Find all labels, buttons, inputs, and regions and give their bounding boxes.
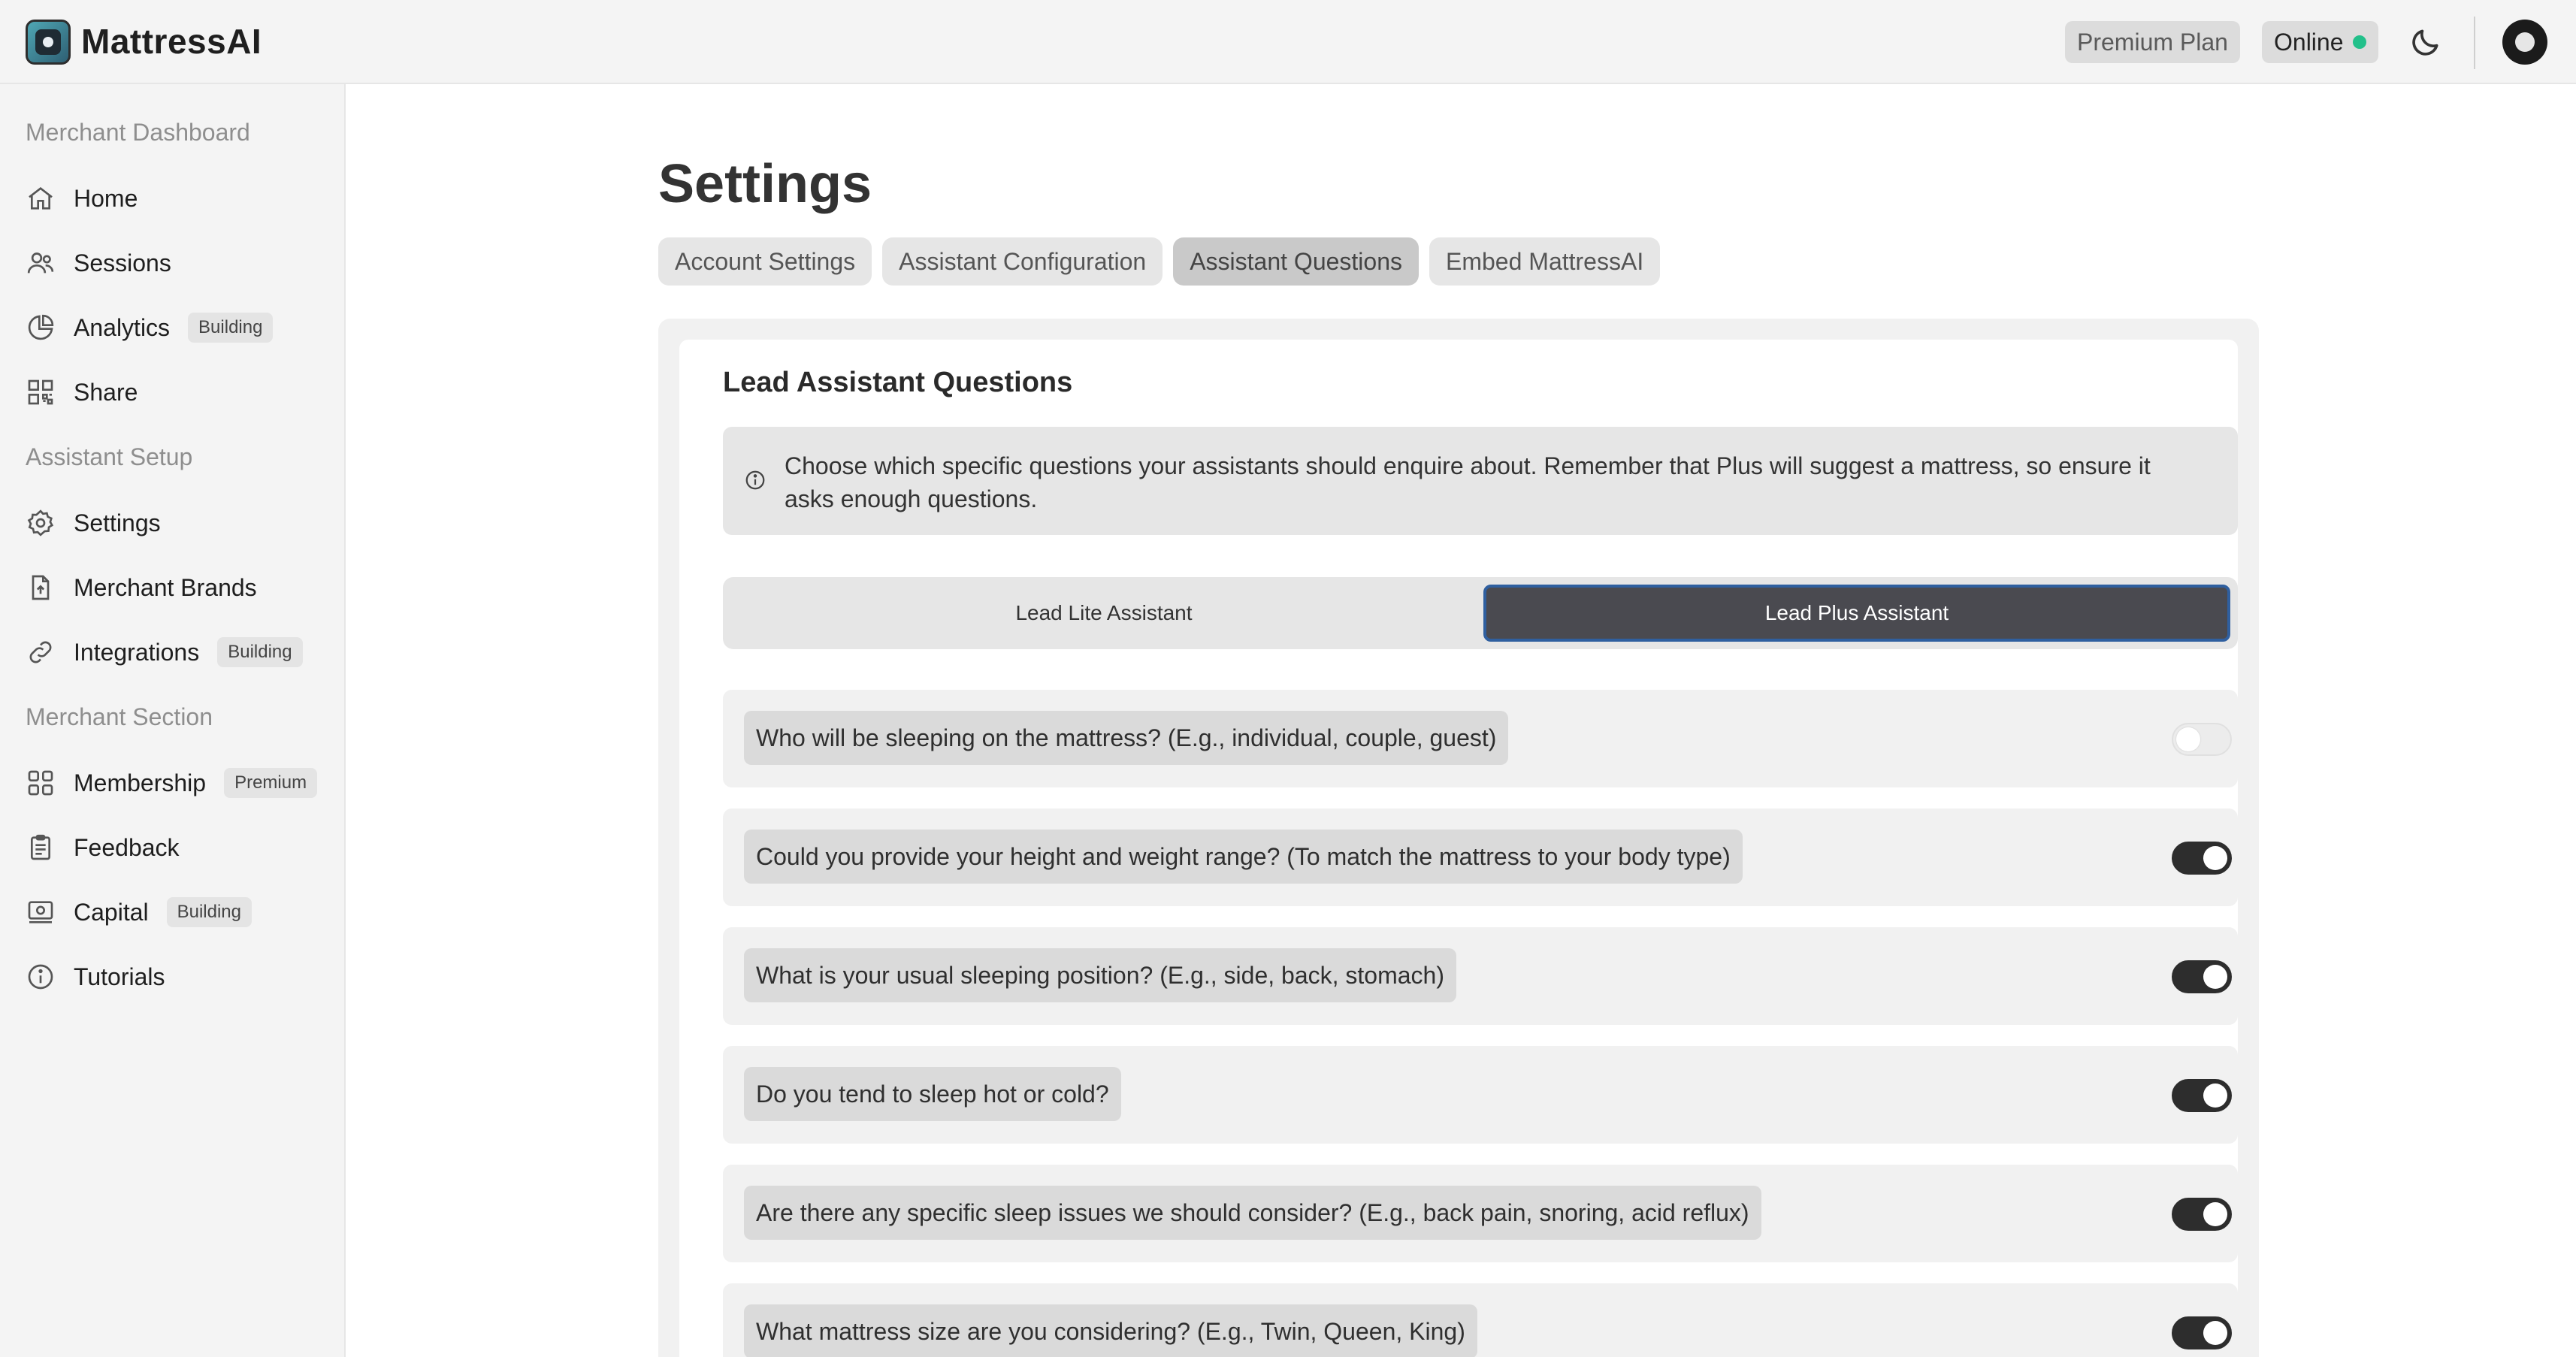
sidebar: Merchant Dashboard Home Sessions Analyti… — [0, 84, 346, 1357]
question-row: Are there any specific sleep issues we s… — [723, 1165, 2238, 1262]
tab-assistant-configuration[interactable]: Assistant Configuration — [882, 237, 1163, 286]
assistant-type-switch: Lead Lite Assistant Lead Plus Assistant — [723, 577, 2238, 649]
mattressai-logo[interactable] — [26, 20, 71, 65]
question-toggle[interactable] — [2172, 1316, 2232, 1349]
question-label: Could you provide your height and weight… — [744, 830, 1743, 884]
question-row: What mattress size are you considering? … — [723, 1283, 2238, 1357]
online-status-dot — [2352, 35, 2366, 49]
sidebar-item-label: Capital — [74, 898, 149, 926]
sidebar-item-feedback[interactable]: Feedback — [26, 827, 326, 869]
sidebar-item-merchant-brands[interactable]: Merchant Brands — [26, 567, 326, 609]
tab-embed-mattressai[interactable]: Embed MattressAI — [1429, 237, 1661, 286]
file-upload-icon — [26, 573, 56, 603]
sidebar-item-label: Tutorials — [74, 963, 165, 990]
sidebar-item-label: Integrations — [74, 638, 200, 666]
info-icon — [26, 962, 56, 992]
question-label: Are there any specific sleep issues we s… — [744, 1186, 1761, 1240]
question-row: Who will be sleeping on the mattress? (E… — [723, 690, 2238, 787]
sidebar-section-assistant-setup: Assistant Setup — [26, 443, 193, 470]
sidebar-item-label: Sessions — [74, 249, 171, 277]
tab-assistant-questions[interactable]: Assistant Questions — [1173, 237, 1419, 286]
logo-mark — [35, 29, 61, 55]
sidebar-item-label: Analytics — [74, 313, 171, 341]
app-name[interactable]: MattressAI — [81, 21, 262, 62]
sidebar-item-label: Settings — [74, 509, 161, 536]
question-toggle[interactable] — [2172, 1198, 2232, 1231]
question-label: What mattress size are you considering? … — [744, 1304, 1477, 1357]
link-icon — [26, 637, 56, 667]
sidebar-section-merchant-section: Merchant Section — [26, 703, 213, 730]
plan-badge: Premium Plan — [2065, 21, 2240, 63]
sidebar-item-label: Membership — [74, 769, 207, 796]
lead-plus-assistant-option[interactable]: Lead Plus Assistant — [1483, 585, 2230, 642]
sidebar-item-settings[interactable]: Settings — [26, 502, 326, 544]
premium-badge: Premium — [224, 768, 318, 798]
building-badge: Building — [217, 637, 303, 667]
sidebar-item-tutorials[interactable]: Tutorials — [26, 956, 326, 998]
sidebar-section-merchant-dashboard: Merchant Dashboard — [26, 119, 250, 146]
sidebar-item-capital[interactable]: Capital Building — [26, 891, 326, 933]
question-label: Who will be sleeping on the mattress? (E… — [744, 711, 1509, 765]
qr-code-icon — [26, 377, 56, 407]
question-row: Do you tend to sleep hot or cold? — [723, 1046, 2238, 1144]
gear-icon — [26, 508, 56, 538]
question-row: What is your usual sleeping position? (E… — [723, 927, 2238, 1025]
sidebar-item-integrations[interactable]: Integrations Building — [26, 631, 326, 673]
status-badge: Online — [2262, 21, 2378, 63]
question-label: Do you tend to sleep hot or cold? — [744, 1067, 1121, 1121]
top-bar: MattressAI Premium Plan Online — [0, 0, 2576, 84]
sidebar-item-analytics[interactable]: Analytics Building — [26, 307, 326, 349]
users-icon — [26, 248, 56, 278]
sidebar-item-home[interactable]: Home — [26, 177, 326, 219]
home-icon — [26, 183, 56, 213]
sidebar-item-label: Feedback — [74, 833, 180, 861]
tab-account-settings[interactable]: Account Settings — [658, 237, 872, 286]
moon-icon[interactable] — [2409, 26, 2442, 59]
question-toggle[interactable] — [2172, 960, 2232, 993]
header-divider — [2474, 17, 2475, 69]
question-toggle[interactable] — [2172, 723, 2232, 756]
user-avatar[interactable] — [2502, 20, 2547, 65]
sidebar-item-label: Share — [74, 378, 138, 406]
question-toggle[interactable] — [2172, 1079, 2232, 1112]
info-icon — [744, 469, 766, 491]
pie-chart-icon — [26, 313, 56, 343]
sidebar-item-label: Merchant Brands — [74, 573, 257, 601]
sidebar-item-membership[interactable]: Membership Premium — [26, 762, 326, 804]
question-toggle[interactable] — [2172, 842, 2232, 875]
settings-tabs: Account Settings Assistant Configuration… — [658, 237, 1661, 286]
info-text: Choose which specific questions your ass… — [785, 452, 2151, 512]
card-title: Lead Assistant Questions — [723, 367, 1073, 398]
info-callout: Choose which specific questions your ass… — [723, 427, 2238, 535]
status-label: Online — [2274, 28, 2344, 56]
sidebar-item-label: Home — [74, 184, 138, 212]
question-label: What is your usual sleeping position? (E… — [744, 948, 1456, 1002]
grid-icon — [26, 768, 56, 798]
building-badge: Building — [166, 897, 252, 927]
building-badge: Building — [188, 313, 274, 343]
lead-lite-assistant-option[interactable]: Lead Lite Assistant — [730, 585, 1477, 642]
clipboard-icon — [26, 833, 56, 863]
page-title: Settings — [658, 154, 872, 214]
sidebar-item-sessions[interactable]: Sessions — [26, 242, 326, 284]
sidebar-item-share[interactable]: Share — [26, 371, 326, 413]
settings-panel: Lead Assistant Questions Choose which sp… — [658, 319, 2259, 1357]
cash-icon — [26, 897, 56, 927]
question-row: Could you provide your height and weight… — [723, 808, 2238, 906]
questions-card: Lead Assistant Questions Choose which sp… — [679, 340, 2238, 1357]
